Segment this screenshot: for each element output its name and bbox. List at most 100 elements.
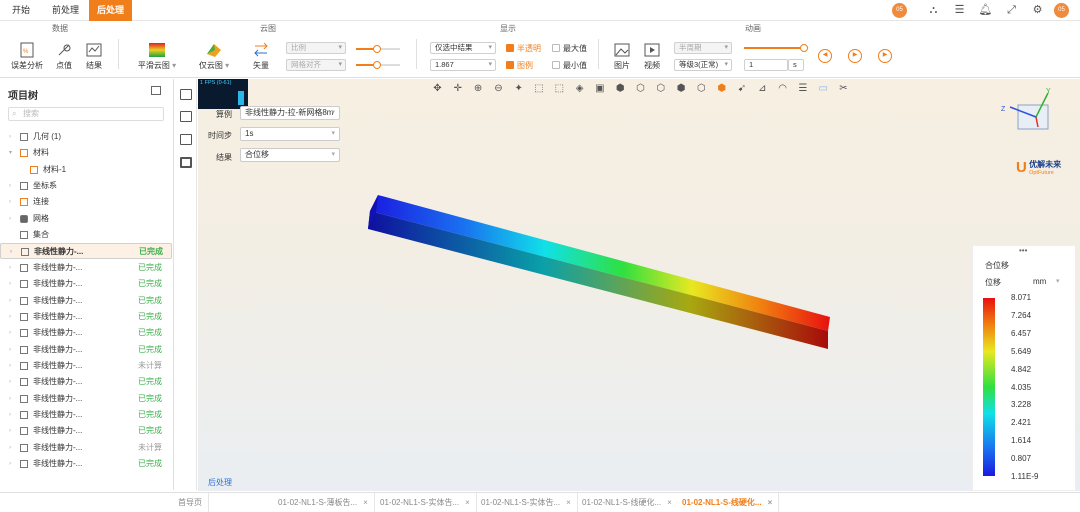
solid-icon[interactable]: ⬢ [615, 83, 626, 94]
display-mode-select[interactable]: 仅选中结果 ▾ [430, 42, 496, 54]
forward-button[interactable]: ▶ [878, 49, 892, 63]
3d-viewport[interactable]: 1 FPS (0-61) ✥ ✛ ⊕ ⊖ ✦ ⬚ ⬚ ◈ ▣ ⬢ ⬡ ⬡ ⬢ ⬡ ⬢ ➹ ⊿ ◠ ☰ ▭ ✂ 算例 非线… [198, 79, 1080, 491]
result-type-select[interactable]: 合位移 ▾ [240, 148, 340, 162]
expand-chevron-icon[interactable]: › [9, 374, 11, 390]
pan-icon[interactable]: ✛ [452, 83, 463, 94]
layers-icon[interactable]: ☰ [797, 83, 808, 94]
shaded-icon[interactable]: ⬢ [676, 83, 687, 94]
expand-chevron-icon[interactable]: › [9, 325, 11, 341]
smooth-contour-button[interactable]: 平滑云图 ▾ [134, 42, 180, 71]
rotate-icon[interactable]: ✥ [432, 83, 443, 94]
axis-triad-icon[interactable]: Y Z [998, 87, 1068, 143]
close-icon[interactable]: × [566, 498, 571, 507]
panel-icon-1[interactable] [180, 89, 192, 100]
legend-drag-handle[interactable]: ••• [1019, 246, 1027, 255]
fullscreen-icon[interactable]: ⤢ [1004, 3, 1019, 18]
contour-only-button[interactable]: 仅云图 ▾ [192, 42, 236, 71]
view-cube-icon[interactable]: ◈ [574, 83, 585, 94]
tab-preprocess[interactable]: 前处理 [44, 0, 87, 21]
half-cycle-select[interactable]: 半周期 ▾ [674, 42, 732, 54]
rewind-button[interactable]: ◀ [818, 49, 832, 63]
expand-chevron-icon[interactable]: › [9, 309, 11, 325]
tree-item[interactable]: 集合 [0, 227, 172, 243]
home-tab[interactable]: 首导页 [172, 493, 209, 512]
expand-chevron-icon[interactable]: › [9, 391, 11, 407]
unit-dropdown-icon[interactable]: ▾ [1056, 277, 1060, 285]
tab-postprocess[interactable]: 后处理 [89, 0, 133, 21]
plane-icon[interactable]: ▭ [818, 83, 829, 94]
document-tab[interactable]: 01-02-NL1-S-实体告... × [374, 493, 477, 512]
play-button[interactable]: ▶ [848, 49, 862, 63]
front-view-icon[interactable]: ▣ [594, 83, 605, 94]
tree-item[interactable]: › 非线性静力-... 未计算 [0, 440, 172, 456]
video-button[interactable]: 视频 [642, 42, 662, 71]
iso-view-icon[interactable]: ⬡ [655, 83, 666, 94]
user-avatar-icon[interactable]: 05 [892, 3, 907, 18]
beam-model[interactable] [358, 189, 848, 379]
expand-chevron-icon[interactable]: › [9, 276, 11, 292]
expand-chevron-icon[interactable]: › [9, 129, 11, 145]
tree-item[interactable]: › 非线性静力-... 已完成 [0, 407, 172, 423]
expand-chevron-icon[interactable]: › [10, 244, 12, 260]
select-region-icon[interactable]: ⬚ [554, 83, 565, 94]
server-icon[interactable]: ☰ [952, 3, 967, 18]
expand-chevron-icon[interactable]: › [9, 423, 11, 439]
wireframe-icon[interactable]: ⬡ [635, 83, 646, 94]
tree-item[interactable]: › 非线性静力-... 未计算 [0, 358, 172, 374]
scale-select[interactable]: 比例 ▾ [286, 42, 346, 54]
expand-chevron-icon[interactable]: › [9, 260, 11, 276]
legend-checkbox[interactable]: 图例 [506, 60, 533, 71]
display-value-input[interactable]: 1.867 ▾ [430, 59, 496, 71]
tree-item[interactable]: 材料-1 [0, 162, 172, 178]
image-button[interactable]: 图片 [612, 42, 632, 71]
expand-chevron-icon[interactable]: › [9, 211, 11, 227]
tree-item[interactable]: › 非线性静力-... 已完成 [0, 325, 172, 341]
document-tab[interactable]: 01-02-NL1-S-线硬化... × [676, 493, 780, 512]
expand-chevron-icon[interactable]: › [9, 342, 11, 358]
time-step-select[interactable]: 1s ▾ [240, 127, 340, 141]
tree-item[interactable]: › 几何 (1) [0, 129, 172, 145]
tree-item[interactable]: › 非线性静力-... 已完成 [0, 423, 172, 439]
expand-chevron-icon[interactable]: › [9, 358, 11, 374]
close-icon[interactable]: × [465, 498, 470, 507]
min-value-checkbox[interactable]: 最小值 [552, 60, 587, 71]
tree-item[interactable]: › 非线性静力-... 已完成 [0, 260, 172, 276]
profile-avatar-icon[interactable]: 05 [1054, 3, 1069, 18]
bell-icon[interactable]: 🔔︎ [978, 3, 993, 18]
case-select[interactable]: 非线性静力-拉-新网格8m ▾ [240, 106, 340, 120]
expand-chevron-icon[interactable]: › [9, 178, 11, 194]
tree-item[interactable]: › 连接 [0, 194, 172, 210]
panel-icon-3[interactable] [180, 134, 192, 145]
expand-chevron-icon[interactable]: › [9, 407, 11, 423]
anim-progress-slider[interactable] [744, 44, 808, 52]
collapse-panel-icon[interactable] [151, 86, 161, 95]
document-tab[interactable]: 01-02-NL1-S-线硬化... × [576, 493, 679, 512]
anim-level-select[interactable]: 等级3(正常) ▾ [674, 59, 732, 71]
expand-chevron-icon[interactable]: › [9, 456, 11, 472]
close-icon[interactable]: × [667, 498, 672, 507]
tree-search-input[interactable]: ⌕ 搜索 [8, 107, 164, 121]
tree-item[interactable]: › 非线性静力-... 已完成 [0, 293, 172, 309]
max-value-checkbox[interactable]: 最大值 [552, 43, 587, 54]
close-icon[interactable]: × [768, 498, 773, 507]
tree-item[interactable]: › 非线性静力-... 已完成 [0, 342, 172, 358]
gear-icon[interactable]: ⚙ [1030, 3, 1045, 18]
orange-cube-icon[interactable]: ⬢ [716, 83, 727, 94]
arc-icon[interactable]: ◠ [777, 83, 788, 94]
cloud-slider-2[interactable] [356, 61, 400, 69]
share-icon[interactable]: ⛬ [926, 3, 941, 18]
panel-icon-4[interactable] [180, 157, 192, 168]
tree-item[interactable]: › 坐标系 [0, 178, 172, 194]
edges-icon[interactable]: ⬡ [696, 83, 707, 94]
error-analysis-button[interactable]: % 误差分析 [10, 42, 44, 71]
tree-item[interactable]: ▾ 材料 [0, 145, 172, 161]
anim-frames-input[interactable]: 1 [744, 59, 788, 71]
tree-item[interactable]: › 非线性静力-... 已完成 [0, 243, 172, 260]
close-icon[interactable]: × [363, 498, 368, 507]
point-value-button[interactable]: 点值 [52, 42, 76, 71]
zoom-in-icon[interactable]: ⊕ [473, 83, 484, 94]
tree-item[interactable]: › 非线性静力-... 已完成 [0, 276, 172, 292]
section-icon[interactable]: ⊿ [757, 83, 768, 94]
cloud-slider-1[interactable] [356, 45, 400, 53]
tab-start[interactable]: 开始 [4, 0, 38, 21]
